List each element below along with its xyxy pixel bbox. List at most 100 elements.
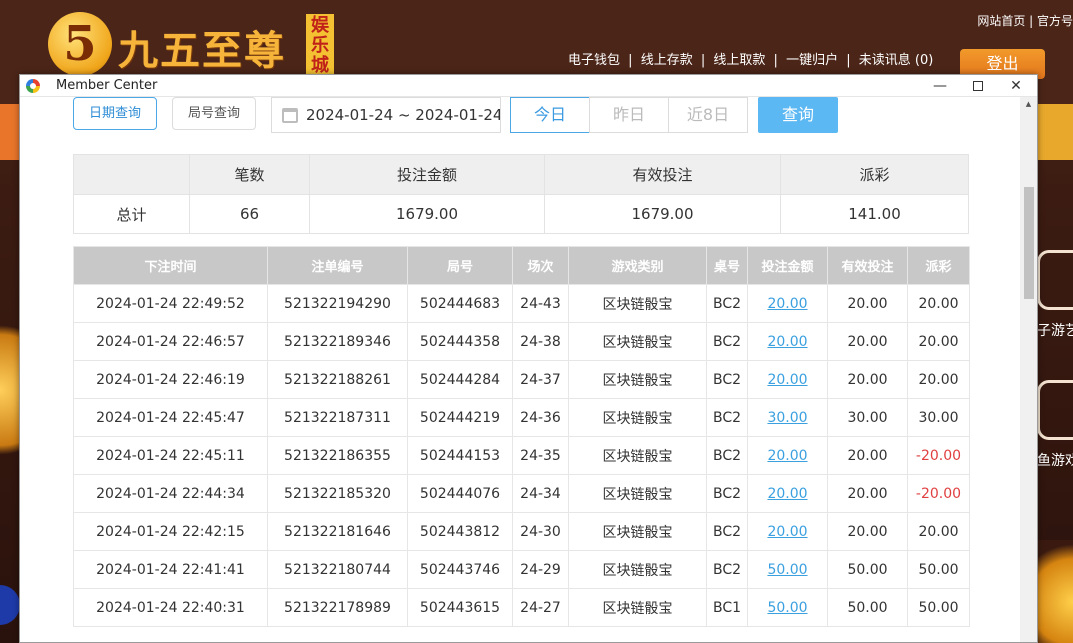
scroll-up-icon[interactable]: ▲ bbox=[1020, 97, 1037, 111]
bet-amount-link[interactable]: 20.00 bbox=[767, 372, 807, 388]
cell-session: 24-34 bbox=[512, 474, 569, 513]
table-row: 2024-01-24 22:45:47 521322187311 502444219… bbox=[73, 398, 970, 437]
bet-amount-link[interactable]: 20.00 bbox=[767, 524, 807, 540]
cell-round-number: 502444358 bbox=[407, 322, 513, 361]
col-valid-bet: 有效投注 bbox=[827, 246, 908, 285]
side-menu: 子游艺 鱼游戏 bbox=[1037, 250, 1073, 510]
summary-header-payout: 派彩 bbox=[780, 154, 969, 195]
filter-row: 日期查询 局号查询 2024-01-24 ~ 2024-01-24 今日 昨日 … bbox=[73, 97, 973, 133]
logo-badge: 娱乐城 bbox=[306, 14, 334, 76]
minimize-icon[interactable]: — bbox=[921, 75, 959, 97]
cell-table-number: BC2 bbox=[706, 512, 748, 551]
date-range-input[interactable]: 2024-01-24 ~ 2024-01-24 bbox=[271, 97, 501, 133]
calendar-icon bbox=[282, 108, 298, 123]
cell-game-type: 区块链骰宝 bbox=[568, 436, 707, 475]
cell-round-number: 502444076 bbox=[407, 474, 513, 513]
summary-total-row: 总计 66 1679.00 1679.00 141.00 bbox=[73, 194, 969, 234]
nav-deposit[interactable]: 线上存款 bbox=[641, 53, 693, 68]
summary-bet-amount: 1679.00 bbox=[309, 194, 545, 234]
today-button[interactable]: 今日 bbox=[510, 97, 590, 133]
summary-header-count: 笔数 bbox=[189, 154, 310, 195]
summary-valid-bet: 1679.00 bbox=[544, 194, 781, 234]
member-center-window: Member Center — ✕ 日期查询 局号查询 2024-01-24 ~… bbox=[19, 74, 1038, 643]
cell-payout: 30.00 bbox=[907, 398, 970, 437]
bet-amount-link[interactable]: 50.00 bbox=[767, 562, 807, 578]
query-button[interactable]: 查询 bbox=[758, 97, 838, 133]
cell-valid-bet: 20.00 bbox=[827, 360, 908, 399]
cell-payout: 20.00 bbox=[907, 360, 970, 399]
bet-amount-link[interactable]: 20.00 bbox=[767, 296, 807, 312]
cell-payout: 20.00 bbox=[907, 284, 970, 323]
cell-bet-amount: 20.00 bbox=[747, 474, 828, 513]
side-label-slots[interactable]: 子游艺 bbox=[1037, 320, 1073, 340]
cell-round-number: 502444153 bbox=[407, 436, 513, 475]
vertical-scrollbar[interactable]: ▲ bbox=[1020, 97, 1037, 642]
date-range-value: 2024-01-24 ~ 2024-01-24 bbox=[306, 106, 501, 124]
cell-round-number: 502444219 bbox=[407, 398, 513, 437]
nav-consolidate[interactable]: 一键归户 bbox=[786, 53, 838, 68]
cell-game-type: 区块链骰宝 bbox=[568, 322, 707, 361]
cell-order-number: 521322178989 bbox=[267, 588, 408, 627]
nav-messages[interactable]: 未读讯息 (0) bbox=[859, 53, 934, 68]
last-8-days-button[interactable]: 近8日 bbox=[668, 97, 748, 133]
cell-bet-time: 2024-01-24 22:45:47 bbox=[73, 398, 268, 437]
tab-round-query[interactable]: 局号查询 bbox=[172, 97, 256, 130]
slot-games-icon[interactable] bbox=[1037, 250, 1073, 310]
nav-withdraw[interactable]: 线上取款 bbox=[713, 53, 765, 68]
close-icon[interactable]: ✕ bbox=[997, 75, 1035, 97]
summary-count: 66 bbox=[189, 194, 310, 234]
nav-sep: | bbox=[628, 53, 633, 68]
bet-amount-link[interactable]: 20.00 bbox=[767, 448, 807, 464]
cell-game-type: 区块链骰宝 bbox=[568, 588, 707, 627]
cell-bet-amount: 20.00 bbox=[747, 284, 828, 323]
title-bar[interactable]: Member Center — ✕ bbox=[20, 75, 1037, 97]
table-row: 2024-01-24 22:46:19 521322188261 502444284… bbox=[73, 360, 970, 399]
cell-valid-bet: 50.00 bbox=[827, 588, 908, 627]
main-nav: 电子钱包 | 线上存款 | 线上取款 | 一键归户 | 未读讯息 (0) bbox=[568, 49, 937, 68]
cell-table-number: BC2 bbox=[706, 322, 748, 361]
yesterday-button[interactable]: 昨日 bbox=[589, 97, 669, 133]
cell-game-type: 区块链骰宝 bbox=[568, 550, 707, 589]
cell-valid-bet: 20.00 bbox=[827, 284, 908, 323]
cell-session: 24-29 bbox=[512, 550, 569, 589]
table-row: 2024-01-24 22:41:41 521322180744 502443746… bbox=[73, 550, 970, 589]
cell-order-number: 521322188261 bbox=[267, 360, 408, 399]
cell-bet-amount: 50.00 bbox=[747, 550, 828, 589]
cell-table-number: BC2 bbox=[706, 550, 748, 589]
tab-date-query[interactable]: 日期查询 bbox=[73, 97, 157, 130]
maximize-icon[interactable] bbox=[959, 75, 997, 97]
cell-bet-time: 2024-01-24 22:49:52 bbox=[73, 284, 268, 323]
fishing-games-icon[interactable] bbox=[1037, 380, 1073, 440]
col-order-number: 注单编号 bbox=[267, 246, 408, 285]
summary-header-valid: 有效投注 bbox=[544, 154, 781, 195]
cell-valid-bet: 20.00 bbox=[827, 474, 908, 513]
cell-bet-amount: 20.00 bbox=[747, 436, 828, 475]
cell-round-number: 502443615 bbox=[407, 588, 513, 627]
bet-amount-link[interactable]: 30.00 bbox=[767, 410, 807, 426]
cell-table-number: BC2 bbox=[706, 284, 748, 323]
summary-header-row: 笔数 投注金额 有效投注 派彩 bbox=[73, 154, 969, 195]
bet-amount-link[interactable]: 20.00 bbox=[767, 486, 807, 502]
browser-app-icon bbox=[26, 79, 40, 93]
bet-amount-link[interactable]: 50.00 bbox=[767, 600, 807, 616]
cell-session: 24-43 bbox=[512, 284, 569, 323]
col-table-number: 桌号 bbox=[706, 246, 748, 285]
summary-header-label bbox=[73, 154, 190, 195]
report-content: 日期查询 局号查询 2024-01-24 ~ 2024-01-24 今日 昨日 … bbox=[20, 97, 1022, 642]
decoration-treasure bbox=[1037, 540, 1073, 643]
banner-gold-edge bbox=[1037, 104, 1073, 160]
top-links[interactable]: 网站首页 | 官方号 bbox=[977, 12, 1073, 29]
summary-payout: 141.00 bbox=[780, 194, 969, 234]
side-label-fishing[interactable]: 鱼游戏 bbox=[1037, 450, 1073, 470]
scroll-thumb[interactable] bbox=[1024, 187, 1034, 299]
nav-wallet[interactable]: 电子钱包 bbox=[568, 53, 620, 68]
cell-bet-amount: 20.00 bbox=[747, 322, 828, 361]
summary-header-bet: 投注金额 bbox=[309, 154, 545, 195]
bet-amount-link[interactable]: 20.00 bbox=[767, 334, 807, 350]
col-bet-amount: 投注金额 bbox=[747, 246, 828, 285]
window-title: Member Center bbox=[56, 78, 158, 93]
table-row: 2024-01-24 22:44:34 521322185320 502444076… bbox=[73, 474, 970, 513]
cell-table-number: BC2 bbox=[706, 398, 748, 437]
cell-order-number: 521322185320 bbox=[267, 474, 408, 513]
cell-session: 24-27 bbox=[512, 588, 569, 627]
